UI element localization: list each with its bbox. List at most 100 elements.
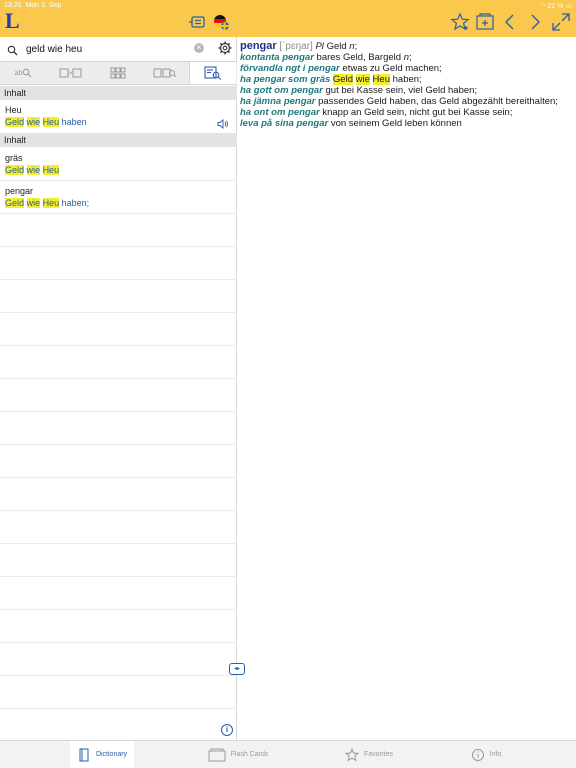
row-divider: [0, 180, 237, 181]
entry-line: förvandla ngt i pengar etwas zu Geld mac…: [240, 63, 574, 74]
section-header: Inhalt: [0, 133, 237, 147]
entry-punct: ;: [408, 52, 412, 63]
result-match: Geld wie Heu: [5, 164, 237, 176]
search-input[interactable]: [26, 41, 188, 57]
result-item[interactable]: pengar Geld wie Heu haben;: [0, 185, 237, 209]
entry-phrase[interactable]: förvandla ngt i pengar: [240, 63, 340, 74]
entry-translation: gut bei Kasse sein, viel Geld haben;: [325, 85, 478, 96]
highlight-word: Geld: [332, 74, 353, 85]
entry-translation: etwas zu Geld machen;: [342, 63, 442, 74]
favorite-star-icon[interactable]: [450, 12, 470, 32]
entry-line: ha ont om pengar knapp an Geld sein, nic…: [240, 107, 574, 118]
result-match: Geld wie Heu haben: [5, 116, 237, 128]
expand-icon[interactable]: [551, 12, 571, 32]
highlight-word: wie: [26, 165, 41, 175]
entry-translation: knapp an Geld sein, nicht gut bei Kasse …: [322, 107, 513, 118]
forward-chevron-icon[interactable]: [525, 12, 545, 32]
highlight-word: Heu: [372, 74, 390, 85]
tab-flash-cards[interactable]: Flash Cards: [200, 741, 276, 768]
row-divider: [0, 477, 237, 478]
mode-phrase-search[interactable]: [141, 62, 188, 84]
magnifier-icon: [23, 68, 32, 78]
entry-punct: ;: [354, 41, 358, 52]
result-headword: Heu: [5, 105, 22, 115]
entry-translation: Geld: [326, 41, 347, 52]
status-battery: ◠ 22 % ▭: [539, 2, 572, 10]
audio-speaker-icon[interactable]: [217, 116, 229, 134]
results-pane: × ab * Inhalt Heu Geld wie Heu haben: [0, 37, 237, 740]
result-match: Geld wie Heu haben;: [5, 197, 237, 209]
entry-translation: von seinem Geld leben können: [330, 118, 462, 129]
row-divider: [0, 609, 237, 610]
row-divider: [0, 642, 237, 643]
language-flag-icon[interactable]: [211, 12, 231, 32]
highlight-word: wie: [26, 198, 41, 208]
entry-line: ha gott om pengar gut bei Kasse sein, vi…: [240, 85, 574, 96]
result-item[interactable]: gräs Geld wie Heu: [0, 152, 237, 176]
row-divider: [0, 576, 237, 577]
tab-dictionary[interactable]: Dictionary: [70, 741, 134, 768]
swap-direction-icon[interactable]: [187, 12, 207, 32]
section-header: Inhalt: [0, 86, 237, 100]
search-mode-bar: ab *: [0, 61, 237, 85]
entry-header: pengar [ˈpɛŋar] Pl Geld n;: [240, 40, 574, 53]
entry-phrase[interactable]: ha ont om pengar: [240, 107, 320, 118]
top-bar: 13:20 Mon 3. Sep ◠ 22 % ▭ L: [0, 0, 576, 37]
result-headword: gräs: [5, 153, 23, 163]
result-item[interactable]: Heu Geld wie Heu haben: [0, 104, 237, 129]
info-icon[interactable]: i: [221, 724, 233, 736]
search-bar: ×: [0, 37, 237, 61]
flash-cards-icon: [208, 748, 226, 761]
favorites-star-icon: [345, 747, 360, 762]
row-divider: [0, 411, 237, 412]
entry-phrase[interactable]: leva på sina pengar: [240, 118, 328, 129]
app-logo[interactable]: L: [5, 10, 20, 32]
mode-grid-search[interactable]: [94, 62, 141, 84]
highlight-word: Geld: [5, 117, 25, 127]
entry-translation: passendes Geld haben, das Geld abgezählt…: [318, 96, 558, 107]
row-divider: [0, 279, 237, 280]
mode-wildcard-search[interactable]: *: [47, 62, 94, 84]
entry-phrase[interactable]: kontanta pengar: [240, 52, 314, 63]
entry-lemma: pengar: [240, 40, 277, 52]
entry-phrase[interactable]: ha gott om pengar: [240, 85, 323, 96]
mode-headword-search[interactable]: ab: [0, 62, 47, 84]
wifi-icon: ◠: [539, 3, 546, 10]
highlight-word: Geld: [5, 198, 25, 208]
settings-gear-icon[interactable]: [218, 41, 232, 60]
result-headword: pengar: [5, 186, 34, 196]
entry-pos: Pl: [315, 41, 324, 52]
info-circle-icon: [471, 748, 484, 761]
entry-pane: pengar [ˈpɛŋar] Pl Geld n; kontanta peng…: [238, 37, 576, 740]
highlight-word: Heu: [42, 198, 60, 208]
bottom-tab-bar: Dictionary Flash Cards Favorites Info: [0, 740, 576, 768]
mode-headword-label: ab: [14, 69, 23, 77]
battery-icon: ▭: [565, 3, 572, 10]
phrase-search-icon: [153, 68, 176, 78]
highlight-word: Heu: [42, 165, 60, 175]
row-divider: [0, 675, 237, 676]
wildcard-icon: *: [59, 68, 81, 78]
tab-info[interactable]: Info: [465, 741, 507, 768]
tab-favorites[interactable]: Favorites: [336, 741, 402, 768]
dictionary-book-icon: [79, 748, 89, 761]
add-flashcard-icon[interactable]: [475, 12, 495, 32]
result-match-rest: haben;: [61, 198, 90, 208]
back-chevron-icon[interactable]: [500, 12, 520, 32]
row-divider: [0, 444, 237, 445]
entry-phrase[interactable]: ha pengar som gräs: [240, 74, 330, 85]
mode-fulltext-search[interactable]: [189, 62, 236, 84]
grid-icon: [110, 67, 125, 79]
search-icon: [7, 43, 18, 61]
entry-line: ha jämna pengar passendes Geld haben, da…: [240, 96, 574, 107]
entry-pronunciation[interactable]: [ˈpɛŋar]: [279, 41, 313, 52]
row-divider: [0, 708, 237, 709]
highlight-word: wie: [355, 74, 370, 85]
entry-line: ha pengar som gräs Geld wie Heu haben;: [240, 74, 574, 85]
entry-phrase[interactable]: ha jämna pengar: [240, 96, 316, 107]
tab-label: Info: [489, 751, 502, 758]
fulltext-search-icon: [204, 66, 222, 80]
status-date: Mon 3. Sep: [25, 2, 62, 9]
clear-search-icon[interactable]: ×: [194, 43, 204, 53]
row-divider: [0, 510, 237, 511]
